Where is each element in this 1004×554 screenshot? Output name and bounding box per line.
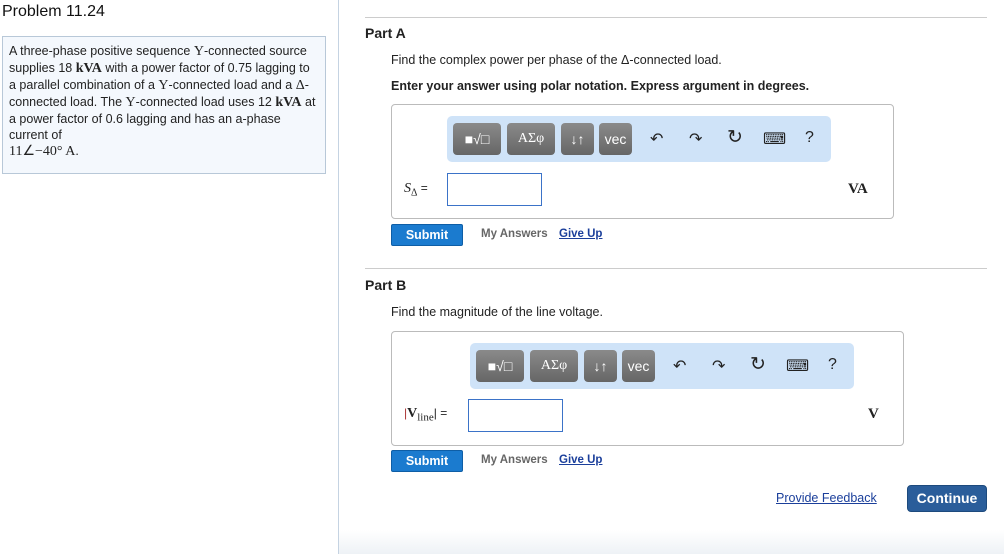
reset-icon[interactable]: ↻ [750, 353, 766, 376]
keyboard-icon[interactable]: ⌨ [763, 129, 786, 149]
template-button[interactable]: ■√□ [476, 350, 524, 382]
arrows-button[interactable]: ↓↑ [584, 350, 617, 382]
part-b-label: Part B [365, 277, 407, 293]
s-delta-input[interactable] [447, 173, 542, 206]
math-toolbar: ■√□ ΑΣφ ↓↑ vec ↶ ↷ ↻ ⌨ ? [470, 343, 854, 389]
s-delta-label: SΔ = [404, 181, 428, 199]
part-a-my-answers-link[interactable]: My Answers [481, 228, 548, 240]
part-b-my-answers-link[interactable]: My Answers [481, 454, 548, 466]
continue-button[interactable]: Continue [907, 485, 987, 512]
part-a-question: Find the complex power per phase of the … [391, 53, 722, 67]
part-b-answer-box: ■√□ ΑΣφ ↓↑ vec ↶ ↷ ↻ ⌨ ? |Vline| = V [391, 331, 904, 446]
keyboard-icon[interactable]: ⌨ [786, 356, 809, 376]
part-a-submit-button[interactable]: Submit [391, 224, 463, 246]
v-line-label: |Vline| = [404, 406, 448, 424]
template-button[interactable]: ■√□ [453, 123, 501, 155]
problem-panel: Problem 11.24 A three-phase positive seq… [0, 0, 339, 554]
greek-button[interactable]: ΑΣφ [530, 350, 578, 382]
undo-icon[interactable]: ↶ [673, 356, 686, 376]
divider [365, 17, 987, 18]
v-line-input[interactable] [468, 399, 563, 432]
math-toolbar: ■√□ ΑΣφ ↓↑ vec ↶ ↷ ↻ ⌨ ? [447, 116, 831, 162]
redo-icon[interactable]: ↷ [689, 129, 702, 149]
unit-label: VA [848, 181, 868, 197]
vec-button[interactable]: vec [622, 350, 655, 382]
help-icon[interactable]: ? [828, 356, 837, 374]
part-a-label: Part A [365, 25, 406, 41]
redo-icon[interactable]: ↷ [712, 356, 725, 376]
problem-title: Problem 11.24 [2, 3, 105, 20]
problem-statement: A three-phase positive sequence Y-connec… [2, 36, 326, 174]
part-a-give-up-link[interactable]: Give Up [559, 228, 602, 240]
provide-feedback-link[interactable]: Provide Feedback [776, 491, 877, 505]
arrows-button[interactable]: ↓↑ [561, 123, 594, 155]
vec-button[interactable]: vec [599, 123, 632, 155]
part-b-give-up-link[interactable]: Give Up [559, 454, 602, 466]
part-a-instruction: Enter your answer using polar notation. … [391, 79, 810, 93]
part-b-submit-button[interactable]: Submit [391, 450, 463, 472]
greek-button[interactable]: ΑΣφ [507, 123, 555, 155]
part-b-question: Find the magnitude of the line voltage. [391, 305, 603, 319]
part-a-answer-box: ■√□ ΑΣφ ↓↑ vec ↶ ↷ ↻ ⌨ ? SΔ = VA [391, 104, 894, 219]
help-icon[interactable]: ? [805, 129, 814, 147]
divider [365, 268, 987, 269]
reset-icon[interactable]: ↻ [727, 126, 743, 149]
undo-icon[interactable]: ↶ [650, 129, 663, 149]
bottom-shadow [339, 530, 1004, 554]
unit-label: V [868, 406, 879, 422]
